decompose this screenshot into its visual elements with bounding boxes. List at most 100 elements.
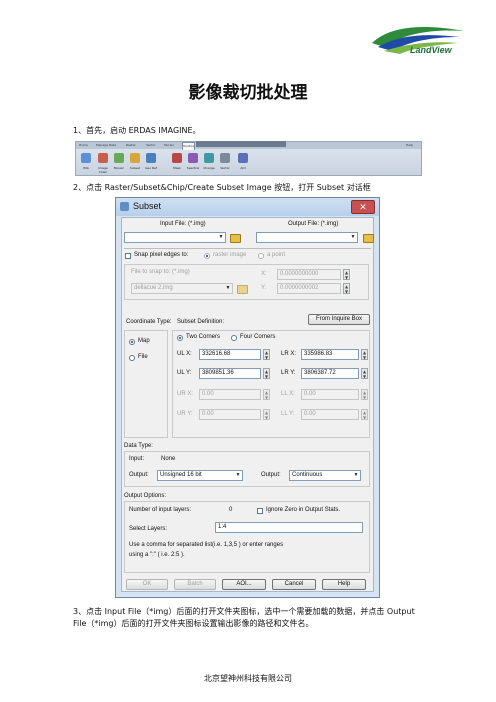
four-corners-label: Four Corners bbox=[240, 334, 276, 340]
select-layers-label: Select Layers: bbox=[129, 526, 168, 532]
output-file-label: Output File: (*.img) bbox=[288, 221, 339, 227]
ok-button[interactable]: OK bbox=[126, 579, 168, 590]
close-button[interactable]: ✕ bbox=[351, 200, 375, 214]
subset-def-group: Two Corners Four Corners UL X: 332616.68… bbox=[172, 330, 370, 438]
two-corners-label: Two Corners bbox=[186, 334, 221, 340]
ignore-zero-checkbox[interactable] bbox=[257, 508, 263, 514]
app-icon bbox=[120, 202, 129, 211]
ribbon-tab[interactable]: Home bbox=[79, 142, 88, 149]
chevron-down-icon: ▼ bbox=[218, 234, 224, 240]
output-cont-select[interactable]: Continuous ▼ bbox=[289, 470, 361, 481]
data-type-label: Data Type: bbox=[124, 443, 153, 449]
spinner-icon[interactable]: ▲ ▼ bbox=[263, 368, 270, 379]
hint-text-2: using a ":" ( i.e. 2:5 ). bbox=[129, 552, 185, 558]
geo-ref-icon[interactable] bbox=[146, 153, 156, 163]
help-button[interactable]: Help bbox=[322, 579, 366, 590]
spectral-icon[interactable] bbox=[188, 153, 198, 163]
chevron-down-icon: ▼ bbox=[235, 472, 241, 478]
image-chain-icon[interactable] bbox=[98, 153, 108, 163]
snap-checkbox[interactable] bbox=[125, 253, 131, 259]
snap-x-label: X: bbox=[261, 271, 267, 277]
chevron-down-icon: ▼ bbox=[353, 472, 359, 478]
ribbon-tab[interactable]: Help bbox=[406, 142, 413, 149]
lrx-input[interactable]: 335986.83 bbox=[301, 349, 359, 360]
llx-input[interactable]: 0.00 bbox=[301, 389, 359, 400]
toolbar-button-label: IMA bbox=[83, 166, 89, 170]
urx-input[interactable]: 0.00 bbox=[199, 389, 261, 400]
ribbon-tab[interactable]: Vector bbox=[146, 142, 156, 149]
uly-label: UL Y: bbox=[177, 370, 192, 376]
output-type-label: Output: bbox=[129, 472, 149, 478]
ribbon-tab[interactable]: Terrain bbox=[164, 142, 174, 149]
aoi-icon[interactable] bbox=[238, 153, 248, 163]
hint-text-1: Use a comma for separated list(i.e. 1,3,… bbox=[129, 542, 284, 548]
lry-input[interactable]: 3806387.72 bbox=[301, 368, 359, 379]
file-label: File bbox=[138, 354, 148, 360]
logo-text: LandView bbox=[410, 45, 452, 55]
step-1-text: 1、首先，启动 ERDAS IMAGINE。 bbox=[73, 126, 201, 135]
ury-input[interactable]: 0.00 bbox=[199, 409, 261, 420]
ima-icon[interactable] bbox=[81, 153, 91, 163]
output-cont-label: Output: bbox=[261, 472, 281, 478]
llx-label: LL X: bbox=[281, 391, 295, 397]
mask-icon[interactable] bbox=[172, 153, 182, 163]
mosaic-icon[interactable] bbox=[114, 153, 124, 163]
two-corners-radio[interactable] bbox=[177, 335, 183, 341]
spinner-icon[interactable]: ▲ ▼ bbox=[361, 368, 368, 379]
erdas-toolbar-screenshot: Home Manage Data Raster Vector Terrain T… bbox=[75, 141, 422, 176]
ribbon-tab[interactable]: Raster bbox=[126, 142, 136, 149]
spinner-icon[interactable]: ▲ ▼ bbox=[361, 349, 368, 360]
ribbon-tab[interactable]: Manage Data bbox=[96, 142, 116, 149]
open-folder-icon[interactable] bbox=[237, 285, 248, 294]
input-file-combo[interactable]: ▼ bbox=[124, 232, 226, 243]
cancel-button[interactable]: Cancel bbox=[272, 579, 316, 590]
ribbon-tab-active[interactable]: Toolbox bbox=[182, 142, 196, 150]
spinner-icon[interactable]: ▲ ▼ bbox=[361, 409, 368, 420]
lly-input[interactable]: 0.00 bbox=[301, 409, 359, 420]
landview-logo-icon bbox=[372, 27, 464, 54]
snap-file-combo[interactable]: dellacue 2.img ▼ bbox=[131, 283, 233, 294]
open-folder-icon[interactable] bbox=[363, 234, 374, 243]
four-corners-radio[interactable] bbox=[231, 335, 237, 341]
output-type-select[interactable]: Unsigned 16 bit ▼ bbox=[157, 470, 243, 481]
map-label: Map bbox=[138, 338, 150, 344]
coord-type-label: Coordinate Type: bbox=[126, 319, 172, 325]
select-layers-input[interactable]: 1:4 bbox=[215, 522, 363, 533]
company-logo: LandView bbox=[364, 21, 474, 61]
spinner-icon[interactable]: ▲ ▼ bbox=[263, 409, 270, 420]
snap-point-radio[interactable] bbox=[258, 253, 264, 259]
open-folder-icon[interactable] bbox=[230, 234, 241, 243]
snap-point-label: a point bbox=[267, 252, 286, 258]
spinner-icon[interactable]: ▲ ▼ bbox=[263, 349, 270, 360]
change-icon[interactable] bbox=[204, 153, 214, 163]
toolbar-button-label: AOI bbox=[240, 166, 246, 170]
subset-icon[interactable] bbox=[130, 153, 140, 163]
dialog-titlebar[interactable]: Subset ✕ bbox=[116, 198, 379, 216]
snap-y-label: Y: bbox=[261, 285, 267, 291]
toolbar-button-label: Vector bbox=[220, 166, 230, 170]
output-options-group: Number of input layers: 0 Ignore Zero in… bbox=[124, 501, 370, 573]
uly-input[interactable]: 3809851.36 bbox=[199, 368, 261, 379]
spinner-icon[interactable]: ▲ ▼ bbox=[343, 283, 350, 294]
output-file-combo[interactable]: ▼ bbox=[256, 232, 358, 243]
snap-y-input[interactable]: 0.0000000002 bbox=[277, 283, 341, 294]
dialog-client-area: Input File: (*.img) Output File: (*.img)… bbox=[121, 217, 374, 592]
input-type-value: None bbox=[161, 456, 176, 462]
map-radio[interactable] bbox=[129, 339, 135, 345]
snap-x-input[interactable]: 0.0000000000 bbox=[277, 269, 341, 280]
spinner-icon[interactable]: ▲ ▼ bbox=[361, 389, 368, 400]
file-radio[interactable] bbox=[129, 355, 135, 361]
output-options-label: Output Options: bbox=[124, 493, 167, 499]
divider bbox=[124, 248, 371, 249]
vector-icon[interactable] bbox=[220, 153, 230, 163]
spinner-icon[interactable]: ▲ ▼ bbox=[343, 269, 350, 280]
spinner-icon[interactable]: ▲ ▼ bbox=[263, 389, 270, 400]
lly-label: LL Y: bbox=[281, 411, 295, 417]
ulx-label: UL X: bbox=[177, 351, 192, 357]
from-inquire-box-button[interactable]: From Inquire Box bbox=[308, 314, 370, 325]
ury-label: UR Y: bbox=[177, 411, 193, 417]
aoi-button[interactable]: AOI... bbox=[222, 579, 266, 590]
batch-button[interactable]: Batch bbox=[174, 579, 216, 590]
ulx-input[interactable]: 332616.68 bbox=[199, 349, 261, 360]
snap-raster-radio[interactable] bbox=[204, 253, 210, 259]
